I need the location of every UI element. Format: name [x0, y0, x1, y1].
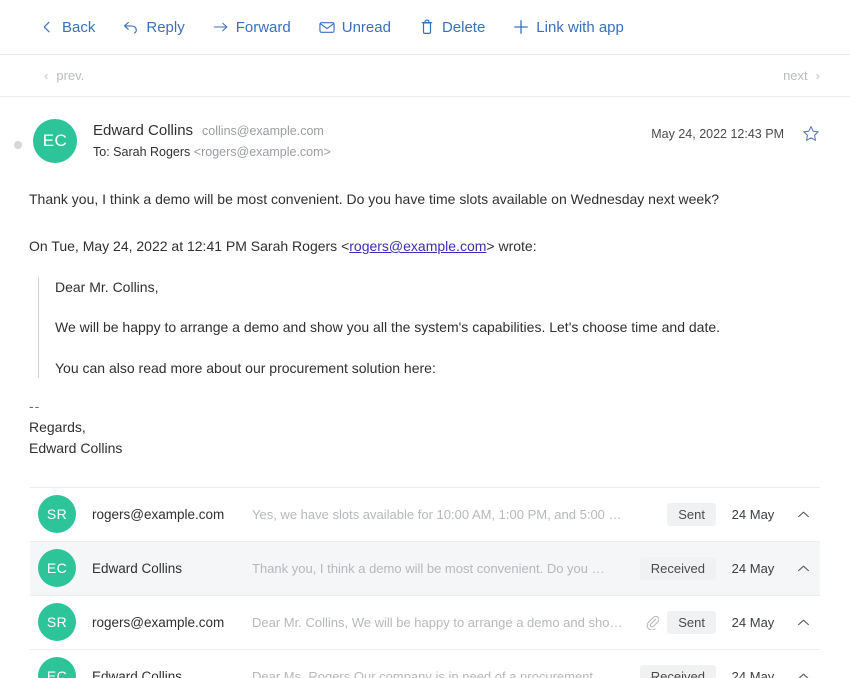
forward-arrow-icon	[213, 19, 229, 35]
row-preview: Dear Mr. Collins, We will be happy to ar…	[252, 614, 623, 630]
table-row[interactable]: SR rogers@example.com Dear Mr. Collins, …	[30, 596, 820, 650]
status-badge: Sent	[667, 502, 716, 526]
row-sender: rogers@example.com	[92, 614, 225, 630]
chevron-up-icon[interactable]	[790, 672, 816, 678]
chevron-up-icon[interactable]	[790, 510, 816, 519]
row-date: 24 May	[731, 614, 775, 630]
delete-button[interactable]: Delete	[405, 13, 499, 42]
back-button[interactable]: Back	[25, 13, 109, 42]
paperclip-icon[interactable]	[646, 615, 660, 630]
forward-label: Forward	[235, 18, 291, 36]
sender-name: Edward Collins	[93, 122, 194, 139]
next-message-button[interactable]: next ›	[783, 68, 820, 83]
link-with-app-label: Link with app	[536, 18, 624, 36]
back-label: Back	[62, 18, 96, 36]
row-avatar: EC	[38, 549, 76, 588]
chevron-up-icon[interactable]	[790, 618, 816, 627]
avatar-initials: SR	[46, 506, 68, 523]
sender-email: collins@example.com	[202, 124, 324, 138]
quoted-message-block: Dear Mr. Collins, We will be happy to ar…	[38, 277, 820, 378]
chevron-left-icon: ‹	[44, 68, 49, 83]
avatar-initials: EC	[46, 560, 68, 577]
message-header: EC Edward Collins collins@example.com To…	[0, 97, 850, 163]
chevron-left-icon	[39, 19, 55, 35]
avatar-initials: SR	[46, 614, 68, 631]
thread-message-list: SR rogers@example.com Yes, we have slots…	[30, 486, 820, 678]
signature-block: -- Regards, Edward Collins	[29, 396, 820, 459]
quoted-line: We will be happy to arrange a demo and s…	[55, 319, 721, 336]
avatar-initials: EC	[46, 668, 68, 678]
recipient-name: Sarah Rogers	[113, 145, 191, 159]
reply-arrow-icon	[123, 19, 139, 35]
quote-intro-after: > wrote:	[486, 238, 537, 254]
to-label: To:	[93, 145, 110, 159]
quoted-line: Dear Mr. Collins,	[55, 279, 159, 295]
row-avatar: SR	[38, 495, 76, 534]
reply-button[interactable]: Reply	[109, 13, 198, 42]
sender-avatar[interactable]: EC	[33, 119, 77, 163]
plus-icon	[513, 19, 529, 35]
delete-label: Delete	[441, 18, 486, 36]
reply-label: Reply	[146, 18, 185, 36]
row-date: 24 May	[731, 560, 775, 576]
signature-line: Edward Collins	[29, 439, 123, 456]
row-sender: Edward Collins	[92, 668, 183, 678]
message-date: May 24, 2022 12:43 PM	[651, 127, 784, 141]
thread-pagination: ‹ prev. next ›	[0, 55, 850, 97]
forward-button[interactable]: Forward	[199, 13, 305, 42]
avatar-initials: EC	[42, 131, 68, 150]
quoted-line: You can also read more about our procure…	[55, 359, 436, 376]
status-badge: Received	[639, 556, 716, 580]
signature-separator: --	[29, 397, 41, 414]
link-with-app-button[interactable]: Link with app	[499, 13, 638, 42]
row-sender: Edward Collins	[92, 560, 183, 576]
row-date: 24 May	[731, 668, 775, 678]
sender-details: Edward Collins collins@example.com To: S…	[93, 119, 651, 159]
prev-label: prev.	[56, 68, 85, 83]
recipient-email: <rogers@example.com>	[193, 145, 331, 159]
star-outline-icon[interactable]	[802, 125, 820, 143]
table-row[interactable]: SR rogers@example.com Yes, we have slots…	[30, 488, 820, 542]
envelope-icon	[319, 19, 335, 35]
row-preview: Dear Ms. Rogers,Our company is in need o…	[252, 668, 619, 678]
message-meta: May 24, 2022 12:43 PM	[651, 119, 820, 143]
sender-line: Edward Collins collins@example.com	[93, 122, 651, 139]
row-avatar: SR	[38, 603, 76, 642]
table-row[interactable]: EC Edward Collins Dear Ms. Rogers,Our co…	[30, 650, 820, 678]
quoted-sender-email-link[interactable]: rogers@example.com	[349, 238, 486, 254]
chevron-right-icon: ›	[815, 68, 820, 83]
signature-line: Regards,	[29, 418, 86, 435]
quote-attribution: On Tue, May 24, 2022 at 12:41 PM Sarah R…	[29, 236, 820, 257]
trash-icon	[419, 19, 435, 35]
message-body: Thank you, I think a demo will be most c…	[0, 189, 850, 459]
row-sender: rogers@example.com	[92, 506, 225, 522]
unread-button[interactable]: Unread	[305, 13, 405, 42]
table-row[interactable]: EC Edward Collins Thank you, I think a d…	[30, 541, 820, 596]
status-badge: Received	[639, 664, 716, 678]
quote-intro-before: On Tue, May 24, 2022 at 12:41 PM Sarah R…	[29, 238, 350, 254]
row-preview: Thank you, I think a demo will be most c…	[252, 560, 619, 576]
action-toolbar: Back Reply Forward Unread Delete Link wi…	[0, 0, 850, 55]
row-avatar: EC	[38, 657, 76, 678]
body-paragraph: Thank you, I think a demo will be most c…	[29, 191, 720, 207]
prev-message-button[interactable]: ‹ prev.	[44, 68, 84, 83]
unread-indicator-dot[interactable]	[14, 141, 22, 149]
chevron-up-icon[interactable]	[790, 564, 816, 573]
recipient-line: To: Sarah Rogers <rogers@example.com>	[93, 145, 651, 159]
row-preview: Yes, we have slots available for 10:00 A…	[252, 506, 622, 522]
status-badge: Sent	[667, 610, 716, 634]
row-date: 24 May	[731, 506, 775, 522]
unread-label: Unread	[341, 18, 391, 36]
next-label: next	[783, 68, 808, 83]
